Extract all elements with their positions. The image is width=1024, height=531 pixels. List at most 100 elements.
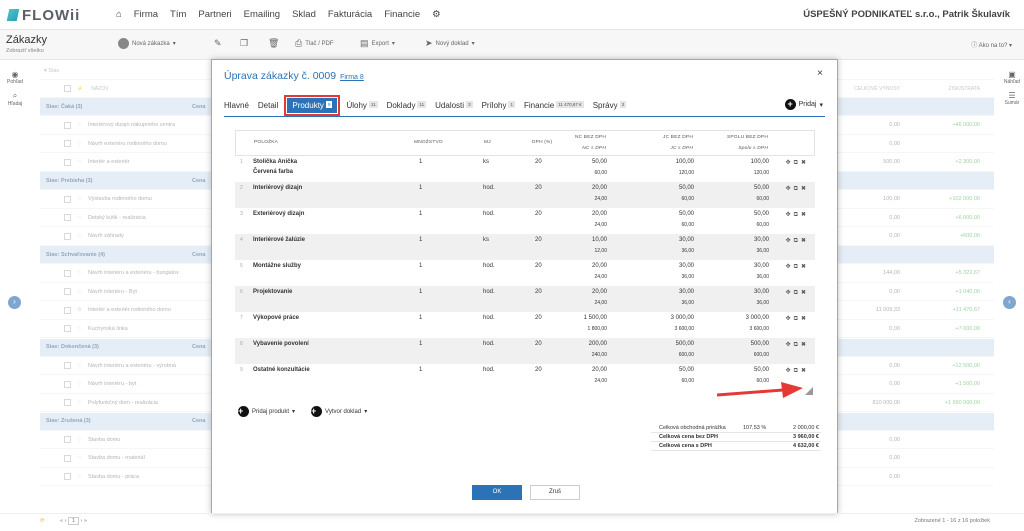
product-qty[interactable]: 1: [419, 341, 422, 347]
product-row[interactable]: 6 Projektovanie 1 hod. 20 20,00 24,00 30,00 36,0…: [235, 286, 815, 312]
product-name[interactable]: Ostatné konzultácie: [253, 367, 310, 373]
delete-icon[interactable]: ✖: [801, 342, 809, 348]
product-name[interactable]: Výkopové práce: [253, 315, 299, 321]
product-qty[interactable]: 1: [419, 185, 422, 191]
duplicate-icon[interactable]: ⧉: [794, 238, 801, 244]
tab-hlavné[interactable]: Hlavné: [224, 101, 249, 110]
duplicate-icon[interactable]: ⧉: [794, 316, 801, 322]
page-number[interactable]: 1: [67, 517, 80, 525]
menu-item[interactable]: Financie: [384, 9, 420, 20]
cancel-button[interactable]: Zruš: [530, 485, 580, 500]
duplicate-icon[interactable]: ⧉: [794, 342, 801, 348]
product-qty[interactable]: 1: [419, 263, 422, 269]
move-icon[interactable]: ✥: [786, 316, 794, 322]
page-subtitle[interactable]: Zobraziť všetko: [6, 48, 44, 54]
search-button[interactable]: ⌕ Hľadaj: [0, 91, 30, 107]
create-document-button[interactable]: + Vytvor doklad ▾: [311, 406, 367, 417]
preview-button[interactable]: ▣ Náhľad: [1000, 70, 1024, 85]
company-name[interactable]: ÚSPEŠNÝ PODNIKATEĽ s.r.o., Patrik Škulav…: [803, 9, 1010, 20]
duplicate-icon[interactable]: ⧉: [794, 290, 801, 296]
product-row[interactable]: 1 Stolička Anička Červená farba 1 ks 20 50,00 6…: [235, 156, 815, 182]
help-link[interactable]: ⓘ Ako na to? ▾: [971, 40, 1012, 49]
product-qty[interactable]: 1: [419, 289, 422, 295]
delete-icon[interactable]: ✖: [801, 186, 809, 192]
move-icon[interactable]: ✥: [786, 186, 794, 192]
view-button[interactable]: ◉ Pohľad: [0, 70, 30, 85]
product-row[interactable]: 4 Interiérové žalúzie 1 ks 20 10,00 12,00 30,00…: [235, 234, 815, 260]
prev-arrow-icon[interactable]: ›: [8, 296, 21, 309]
resize-handle-icon[interactable]: [805, 387, 813, 395]
refresh-icon[interactable]: ⟳: [40, 518, 45, 524]
product-name[interactable]: Exteriérový dizajn: [253, 211, 304, 217]
firm-link[interactable]: Firma 8: [340, 74, 364, 81]
duplicate-icon[interactable]: ⧉: [794, 368, 801, 374]
print-button[interactable]: ⎙ Tlač / PDF: [295, 38, 334, 49]
product-row[interactable]: 7 Výkopové práce 1 hod. 20 1 500,00 1 800,00 3 …: [235, 312, 815, 338]
new-order-button[interactable]: Nová zákazka ▾: [118, 38, 176, 49]
move-icon[interactable]: ✥: [786, 264, 794, 270]
menu-item[interactable]: Firma: [134, 9, 158, 20]
delete-icon[interactable]: ✖: [801, 316, 809, 322]
delete-icon[interactable]: ✖: [801, 212, 809, 218]
product-name[interactable]: Stolička Anička: [253, 159, 297, 165]
move-icon[interactable]: ✥: [786, 368, 794, 374]
tab-doklady[interactable]: Doklady 11: [387, 101, 427, 110]
product-name[interactable]: Vybavenie povolení: [253, 341, 309, 347]
duplicate-icon[interactable]: ⧉: [794, 160, 801, 166]
summary-button[interactable]: ☰ Sumár: [1000, 91, 1024, 106]
copy-icon[interactable]: ❐: [240, 38, 248, 49]
next-arrow-icon[interactable]: ‹: [1003, 296, 1016, 309]
tab-prílohy[interactable]: Prílohy 1: [482, 101, 515, 110]
move-icon[interactable]: ✥: [786, 212, 794, 218]
product-name[interactable]: Montážne služby: [253, 263, 301, 269]
delete-icon[interactable]: ✖: [801, 368, 809, 374]
product-qty[interactable]: 1: [419, 367, 422, 373]
home-icon[interactable]: ⌂: [116, 9, 122, 20]
move-icon[interactable]: ✥: [786, 160, 794, 166]
delete-icon[interactable]: ✖: [801, 238, 809, 244]
close-icon[interactable]: ×: [817, 68, 823, 79]
total-price: 50,00: [753, 367, 769, 373]
move-icon[interactable]: ✥: [786, 342, 794, 348]
product-qty[interactable]: 1: [419, 211, 422, 217]
move-icon[interactable]: ✥: [786, 238, 794, 244]
add-product-button[interactable]: + Pridaj produkt ▾: [238, 406, 295, 417]
duplicate-icon[interactable]: ⧉: [794, 212, 801, 218]
tab-udalosti[interactable]: Udalosti 3: [435, 101, 473, 110]
product-name[interactable]: Projektovanie: [253, 289, 292, 295]
total-price-vat: 36,00: [756, 274, 769, 280]
menu-item[interactable]: Partneri: [198, 9, 231, 20]
tab-úlohy[interactable]: Úlohy 11: [346, 101, 378, 110]
product-qty[interactable]: 1: [419, 315, 422, 321]
product-qty[interactable]: 1: [419, 159, 422, 165]
new-document-button[interactable]: ➤ Nový doklad ▾: [425, 38, 475, 49]
trash-icon[interactable]: 🗑: [268, 38, 279, 49]
tab-detail[interactable]: Detail: [258, 101, 278, 110]
ok-button[interactable]: OK: [472, 485, 522, 500]
delete-icon[interactable]: ✖: [801, 160, 809, 166]
flowii-logo[interactable]: FLOWii: [6, 7, 80, 24]
tab-správy[interactable]: Správy 3: [593, 101, 627, 110]
product-row[interactable]: 5 Montážne služby 1 hod. 20 20,00 24,00 30,00 36…: [235, 260, 815, 286]
product-row[interactable]: 2 Interiérový dizajn 1 hod. 20 20,00 24,00 50,0…: [235, 182, 815, 208]
duplicate-icon[interactable]: ⧉: [794, 264, 801, 270]
delete-icon[interactable]: ✖: [801, 290, 809, 296]
edit-icon[interactable]: ✎: [214, 38, 222, 49]
duplicate-icon[interactable]: ⧉: [794, 186, 801, 192]
menu-item[interactable]: Fakturácia: [328, 9, 372, 20]
move-icon[interactable]: ✥: [786, 290, 794, 296]
menu-item[interactable]: Sklad: [292, 9, 316, 20]
add-menu-button[interactable]: + Pridaj ▾: [784, 99, 823, 110]
product-row[interactable]: 8 Vybavenie povolení 1 hod. 20 200,00 240,00 50…: [235, 338, 815, 364]
product-row[interactable]: 3 Exteriérový dizajn 1 hod. 20 20,00 24,00 50,0…: [235, 208, 815, 234]
delete-icon[interactable]: ✖: [801, 264, 809, 270]
product-name[interactable]: Interiérový dizajn: [253, 185, 302, 191]
export-button[interactable]: ▤ Export ▾: [360, 38, 395, 49]
product-name[interactable]: Interiérové žalúzie: [253, 237, 305, 243]
gear-icon[interactable]: ⚙: [432, 9, 441, 20]
menu-item[interactable]: Emailing: [244, 9, 280, 20]
product-qty[interactable]: 1: [419, 237, 422, 243]
menu-item[interactable]: Tím: [170, 9, 186, 20]
tab-financie[interactable]: Financie 11 470,67 €: [524, 101, 584, 110]
tab-produkty[interactable]: Produkty 9: [284, 95, 341, 116]
